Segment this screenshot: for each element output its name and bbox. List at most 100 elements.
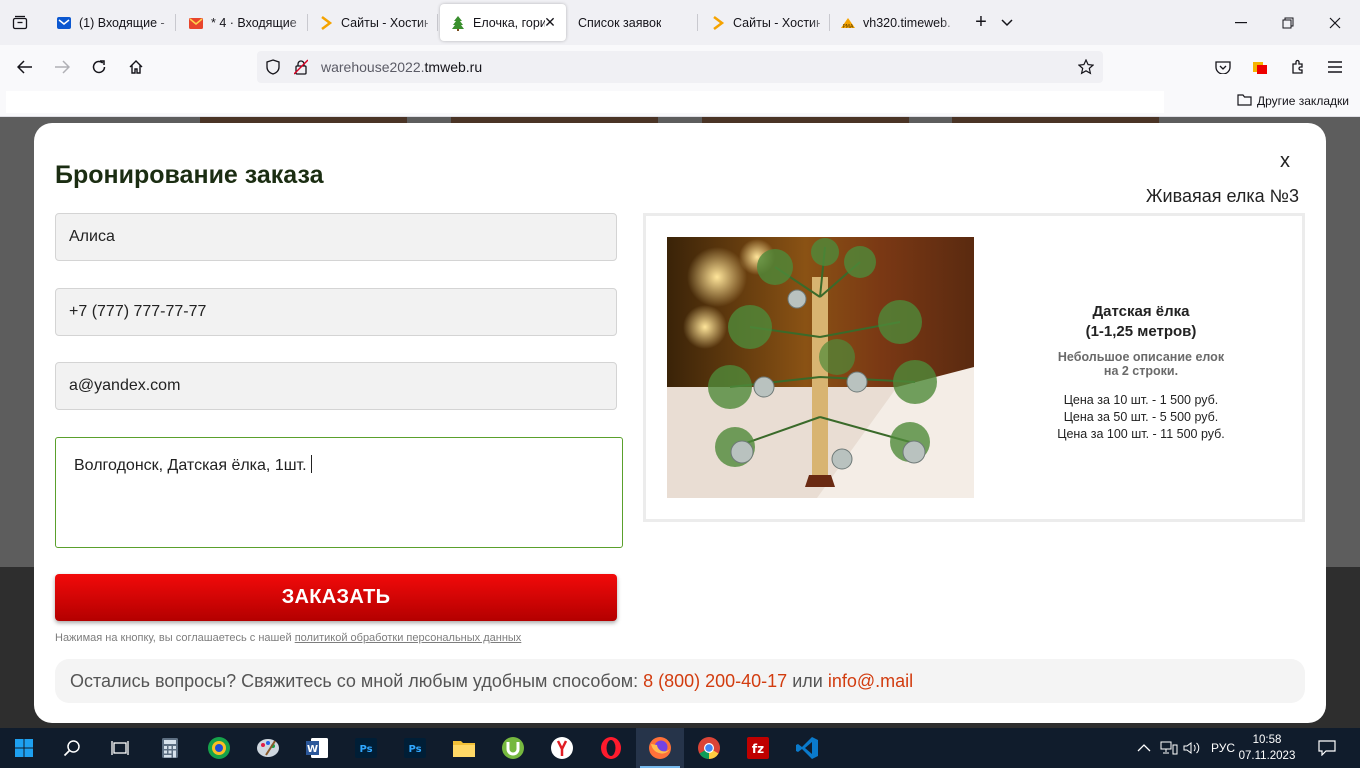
folder-icon[interactable] (440, 728, 488, 768)
language-indicator[interactable]: РУС (1211, 728, 1235, 768)
tab-hosting-sites[interactable]: Сайты - Хостин (308, 4, 438, 41)
tab-phpmyadmin[interactable]: PMA vh320.timeweb.r (830, 4, 960, 41)
utorrent-icon[interactable] (489, 728, 537, 768)
filezilla-icon[interactable]: fz (734, 728, 782, 768)
contact-phone-link[interactable]: 8 (800) 200-40-17 (643, 671, 787, 692)
tab-title: Сайты - Хостин (733, 15, 820, 30)
folder-icon (1237, 93, 1252, 109)
yandex-browser-icon[interactable] (538, 728, 586, 768)
maximize-icon[interactable] (1277, 12, 1299, 34)
product-title: Датская ёлка (1-1,25 метров) (1085, 303, 1197, 340)
chevron-down-icon[interactable] (998, 12, 1016, 34)
address-bar[interactable]: warehouse2022.tmweb.ru (257, 51, 1103, 83)
timeweb-arrow-icon (710, 15, 726, 31)
svg-text:W: W (307, 744, 318, 755)
reload-icon[interactable] (86, 54, 112, 80)
other-bookmarks-label: Другие закладки (1257, 94, 1349, 108)
product-card: Датская ёлка (1-1,25 метров) Небольшое о… (643, 213, 1305, 522)
close-tab-icon[interactable]: ✕ (542, 14, 558, 30)
home-icon[interactable] (123, 54, 149, 80)
consent-note: Нажимая на кнопку, вы соглашаетесь с наш… (55, 632, 522, 644)
phone-input[interactable]: +7 (777) 777-77-77 (55, 288, 617, 336)
name-input[interactable]: Алиса (55, 213, 617, 261)
tab-title: Сайты - Хостин (341, 15, 428, 30)
tab-title: Елочка, гори (473, 15, 545, 30)
opera-icon[interactable] (587, 728, 635, 768)
taskbar: W Ps Ps fz РУС 10:58 07.11.2023 (0, 728, 1360, 768)
word-icon[interactable]: W (293, 728, 341, 768)
tab-mail-inbox[interactable]: (1) Входящие - (46, 4, 176, 41)
vscode-icon[interactable] (783, 728, 831, 768)
hamburger-menu-icon[interactable] (1322, 54, 1348, 80)
svg-text:Ps: Ps (359, 744, 372, 755)
svg-text:fz: fz (752, 742, 764, 756)
shield-icon[interactable] (265, 59, 281, 75)
tab-orders-list[interactable]: Список заявок (568, 4, 698, 41)
order-submit-button[interactable]: ЗАКАЗАТЬ (55, 574, 617, 621)
browser-icon[interactable] (195, 728, 243, 768)
nav-toolbar: warehouse2022.tmweb.ru (0, 45, 1360, 89)
extension-colored-icon[interactable] (1247, 54, 1273, 80)
text-caret (310, 455, 312, 473)
svg-text:PMA: PMA (843, 24, 854, 30)
tab-hosting-sites-2[interactable]: Сайты - Хостин (700, 4, 830, 41)
bookmarks-bar: Другие закладки (0, 89, 1360, 117)
minimize-icon[interactable] (1230, 12, 1252, 34)
task-view-icon[interactable] (96, 728, 144, 768)
tab-bar: (1) Входящие - * 4 · Входящие - Сайты - … (0, 0, 1360, 45)
tab-title: * 4 · Входящие - (211, 15, 298, 30)
privacy-policy-link[interactable]: политикой обработки персональных данных (295, 632, 522, 644)
modal-title: Бронирование заказа (55, 161, 324, 189)
pocket-icon[interactable] (1210, 54, 1236, 80)
other-bookmarks[interactable]: Другие закладки (1237, 93, 1349, 109)
star-bookmark-icon[interactable] (1077, 58, 1095, 76)
contact-text: Остались вопросы? Свяжитесь со мной любы… (70, 670, 639, 691)
close-window-icon[interactable] (1324, 12, 1346, 34)
tab-title: vh320.timeweb.r (863, 15, 950, 30)
yandex-mail-icon (188, 15, 204, 31)
extensions-puzzle-icon[interactable] (1285, 54, 1311, 80)
booking-modal: Бронирование заказа x Живаяая елка №3 Ал… (34, 123, 1326, 723)
tray-chevron-icon[interactable] (1137, 728, 1151, 768)
bookmarks-area (6, 91, 1164, 113)
product-name: Живаяая елка №3 (1145, 186, 1299, 206)
product-image (667, 237, 974, 498)
forward-arrow-icon[interactable] (49, 54, 75, 80)
notifications-icon[interactable] (1318, 728, 1336, 768)
modal-close-button[interactable]: x (1274, 149, 1296, 173)
price-row: Цена за 50 шт. - 5 500 руб. (1063, 410, 1219, 424)
back-arrow-icon[interactable] (12, 54, 38, 80)
chrome-icon[interactable] (685, 728, 733, 768)
tab-yandex-inbox[interactable]: * 4 · Входящие - (178, 4, 308, 41)
pma-icon: PMA (840, 15, 856, 31)
paint-icon[interactable] (244, 728, 292, 768)
system-clock[interactable]: 10:58 07.11.2023 (1237, 732, 1297, 764)
price-row: Цена за 10 шт. - 1 500 руб. (1063, 393, 1219, 407)
url-text: warehouse2022.tmweb.ru (321, 59, 483, 75)
mail-icon (56, 15, 72, 31)
product-details: Датская ёлка (1-1,25 метров) Небольшое о… (1026, 302, 1256, 443)
contact-or: или (787, 670, 828, 691)
search-icon[interactable] (48, 728, 96, 768)
tree-icon (450, 15, 466, 31)
start-icon[interactable] (0, 728, 48, 768)
email-input[interactable]: a@yandex.com (55, 362, 617, 410)
calculator-icon[interactable] (146, 728, 194, 768)
contact-email-link[interactable]: info@.mail (828, 671, 913, 692)
svg-text:Ps: Ps (408, 744, 421, 755)
firefox-icon[interactable] (636, 728, 684, 768)
tab-list-icon[interactable] (8, 11, 32, 35)
tab-elochka-active[interactable]: Елочка, гори ✕ (440, 4, 566, 41)
timeweb-arrow-icon (318, 15, 334, 31)
network-icon[interactable] (1160, 728, 1178, 768)
photoshop-icon[interactable]: Ps (342, 728, 390, 768)
new-tab-icon[interactable]: + (970, 12, 992, 34)
volume-icon[interactable] (1183, 728, 1201, 768)
product-description: Небольшое описание елок на 2 строки. (1057, 350, 1225, 378)
price-list: Цена за 10 шт. - 1 500 руб. Цена за 50 ш… (1026, 392, 1256, 443)
contact-banner: Остались вопросы? Свяжитесь со мной любы… (55, 659, 1305, 703)
comment-textarea[interactable]: Волгодонск, Датская ёлка, 1шт. (55, 437, 623, 548)
tab-title: (1) Входящие - (79, 15, 165, 30)
photoshop-icon[interactable]: Ps (391, 728, 439, 768)
insecure-lock-icon[interactable] (293, 59, 309, 75)
